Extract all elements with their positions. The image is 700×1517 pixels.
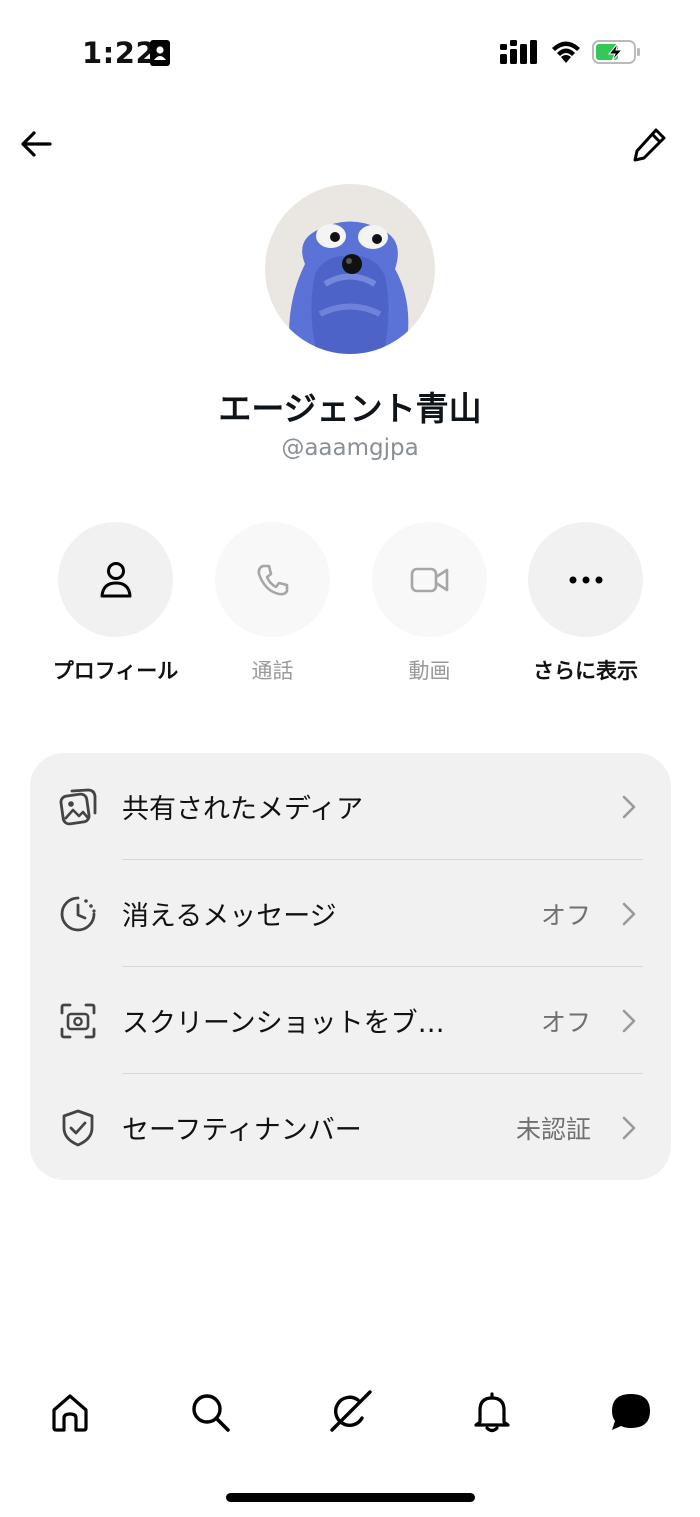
display-name: エージェント青山 (218, 389, 482, 428)
shared-media-label: 共有されたメディア (122, 794, 364, 825)
media-gallery-icon (59, 788, 97, 825)
contact-card-icon (150, 40, 170, 66)
home-icon[interactable] (48, 1390, 92, 1434)
more-dots-icon (569, 576, 602, 583)
more-action[interactable]: さらに表示 (528, 522, 643, 685)
video-camera-icon (410, 567, 448, 592)
chevron-right-icon (622, 1009, 636, 1032)
call-button (215, 522, 330, 637)
messages-icon[interactable] (609, 1390, 653, 1434)
profile-button[interactable] (58, 522, 173, 637)
disappearing-messages-value: オフ (540, 900, 591, 930)
user-handle: @aaamgjpa (281, 435, 419, 461)
safety-number-row[interactable]: セーフティナンバー 未認証 (30, 1074, 671, 1181)
video-action: 動画 (372, 522, 487, 685)
home-indicator (226, 1493, 475, 1502)
grok-icon[interactable] (328, 1390, 372, 1434)
wifi-icon (552, 41, 580, 63)
chevron-right-icon (622, 902, 636, 925)
block-screenshots-row[interactable]: スクリーンショットをブ… オフ (30, 967, 671, 1074)
profile-action[interactable]: プロフィール (53, 522, 178, 685)
chevron-right-icon (622, 795, 636, 818)
cellular-signal-icon (500, 40, 537, 64)
screenshot-camera-icon (60, 1003, 96, 1038)
more-button[interactable] (528, 522, 643, 637)
shield-check-icon (62, 1109, 94, 1146)
timer-clock-icon (60, 896, 96, 931)
avatar-image (289, 221, 409, 354)
phone-icon (257, 564, 288, 595)
conversation-settings-card: 共有されたメディア 消えるメッセージ オフ スクリーンショットをブ… オフ セー… (30, 753, 671, 1180)
edit-pencil-icon[interactable] (630, 124, 670, 164)
back-arrow-icon[interactable] (16, 124, 56, 164)
avatar (265, 184, 435, 354)
video-action-label: 動画 (408, 659, 451, 683)
person-icon (100, 561, 131, 597)
shared-media-row[interactable]: 共有されたメディア (30, 753, 671, 860)
status-time: 1:22 (82, 36, 157, 70)
call-action: 通話 (215, 522, 330, 685)
block-screenshots-label: スクリーンショットをブ… (122, 1008, 445, 1039)
video-button (372, 522, 487, 637)
notifications-bell-icon[interactable] (470, 1390, 514, 1434)
profile-action-label: プロフィール (52, 659, 179, 683)
block-screenshots-value: オフ (540, 1007, 591, 1037)
more-action-label: さらに表示 (533, 659, 638, 683)
chevron-right-icon (622, 1116, 636, 1139)
search-icon[interactable] (188, 1390, 232, 1434)
safety-number-value: 未認証 (515, 1114, 591, 1144)
call-action-label: 通話 (251, 659, 294, 683)
battery-charging-icon (592, 40, 640, 64)
safety-number-label: セーフティナンバー (122, 1115, 362, 1146)
disappearing-messages-label: 消えるメッセージ (122, 901, 337, 932)
disappearing-messages-row[interactable]: 消えるメッセージ オフ (30, 860, 671, 967)
